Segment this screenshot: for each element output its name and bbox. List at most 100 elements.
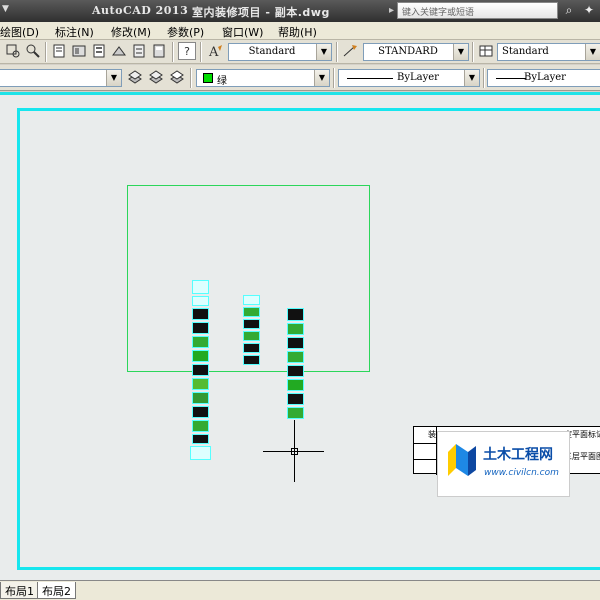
drawing-sheet — [287, 323, 304, 335]
document-title: 室内装修项目 - 副本.dwg — [192, 6, 330, 19]
quick-access-dropdown-icon[interactable]: ▼ — [2, 4, 16, 18]
chevron-down-icon[interactable]: ▼ — [314, 70, 329, 86]
linetype-value: ByLayer — [397, 72, 439, 83]
chevron-down-icon[interactable]: ▼ — [585, 44, 600, 60]
table-style-select[interactable]: Standard ▼ — [497, 43, 600, 61]
dimension-style-value: STANDARD — [378, 46, 438, 57]
toolbar-separator — [333, 68, 335, 88]
properties-toolbar: ▼ 绿 ▼ ByLayer ▼ ByLayer — [0, 65, 600, 91]
toolbar-separator — [336, 42, 338, 62]
drawing-sheet — [190, 446, 211, 460]
markup-icon[interactable] — [130, 42, 148, 60]
toolbar-separator — [483, 68, 485, 88]
dimension-style-icon[interactable] — [341, 42, 359, 60]
drawing-sheet — [192, 350, 209, 362]
binoculars-icon[interactable]: ⌕ — [562, 3, 576, 18]
tab-layout1[interactable]: 布局1 — [0, 582, 39, 599]
drawing-sheet — [287, 351, 304, 363]
chevron-down-icon[interactable]: ▼ — [106, 70, 121, 86]
table-style-icon[interactable] — [477, 42, 495, 60]
lineweight-value: ByLayer — [524, 72, 566, 83]
lineweight-sample — [496, 78, 526, 79]
menu-dimension[interactable]: 标注(N) — [55, 24, 94, 40]
drawing-sheet — [243, 319, 260, 329]
title-block-line — [414, 443, 436, 444]
app-title: AutoCAD 2013 — [92, 4, 189, 17]
watermark-url: www.civilcn.com — [484, 468, 559, 478]
sheet-set-icon[interactable] — [110, 42, 128, 60]
toolbar-separator — [172, 42, 174, 62]
toolbar-separator — [45, 42, 47, 62]
tab-layout2[interactable]: 布局2 — [37, 582, 76, 599]
logo-icon — [448, 444, 476, 476]
layout-tabs-bar: 布局1 布局2 — [0, 580, 600, 600]
drawing-sheet — [192, 392, 209, 404]
search-input[interactable]: 键入关键字或短语 — [397, 2, 558, 19]
table-style-value: Standard — [502, 46, 549, 57]
linetype-sample — [347, 78, 393, 79]
drawing-sheet — [243, 307, 260, 317]
tool-palettes-icon[interactable] — [90, 42, 108, 60]
linetype-select[interactable]: ByLayer ▼ — [338, 69, 480, 87]
styles-toolbar: ? A Standard ▼ STANDARD ▼ Standard ▼ — [0, 40, 600, 64]
menu-modify[interactable]: 修改(M) — [111, 24, 151, 40]
drawing-sheet — [192, 308, 209, 320]
chevron-right-icon[interactable]: ▸ — [389, 5, 394, 16]
layer-select[interactable]: ▼ — [0, 69, 122, 87]
help-icon[interactable]: ? — [178, 42, 196, 60]
toolbar-separator — [190, 68, 192, 88]
toolbar-separator — [200, 42, 202, 62]
drawing-sheet — [192, 322, 209, 334]
drawing-sheet — [192, 378, 209, 390]
watermark-logo: 土木工程网 www.civilcn.com — [437, 431, 570, 497]
drawing-sheet — [243, 343, 260, 353]
drawing-sheet — [243, 331, 260, 341]
drawing-sheet — [192, 406, 209, 418]
drawing-sheet — [243, 355, 260, 365]
zoom-window-icon[interactable] — [4, 42, 22, 60]
layer-states-icon[interactable] — [168, 68, 186, 86]
menu-draw[interactable]: 绘图(D) — [0, 24, 39, 40]
drawing-sheet — [287, 407, 304, 419]
drawing-sheet — [287, 337, 304, 349]
make-current-layer-icon[interactable] — [126, 68, 144, 86]
dimension-style-select[interactable]: STANDARD ▼ — [363, 43, 469, 61]
menu-bar: 绘图(D) 标注(N) 修改(M) 参数(P) 窗口(W) 帮助(H) — [0, 22, 600, 40]
text-style-value: Standard — [248, 46, 296, 57]
drawing-sheet — [243, 295, 260, 305]
menu-help[interactable]: 帮助(H) — [278, 24, 317, 40]
chevron-down-icon[interactable]: ▼ — [453, 44, 468, 60]
color-swatch — [203, 73, 213, 83]
color-select[interactable]: 绿 ▼ — [196, 69, 330, 87]
watermark-name: 土木工程网 — [483, 447, 553, 463]
subscription-icon[interactable]: ✦ — [582, 3, 596, 18]
drawing-sheet — [287, 308, 304, 321]
drawing-sheet — [192, 296, 209, 306]
drawing-sheet — [287, 379, 304, 391]
lineweight-select[interactable]: ByLayer — [487, 69, 600, 87]
zoom-previous-icon[interactable] — [24, 42, 42, 60]
layer-previous-icon[interactable] — [147, 68, 165, 86]
drawing-sheet — [287, 393, 304, 405]
drawing-sheet — [192, 280, 209, 294]
chevron-down-icon[interactable]: ▼ — [316, 44, 331, 60]
calculator-icon[interactable] — [150, 42, 168, 60]
drawing-sheet — [192, 364, 209, 376]
menu-parametric[interactable]: 参数(P) — [167, 24, 204, 40]
drawing-sheet — [192, 420, 209, 432]
properties-icon[interactable] — [50, 42, 68, 60]
color-value: 绿 — [217, 76, 227, 87]
title-block-text: 装 — [428, 430, 436, 439]
title-block-line — [414, 459, 436, 460]
chevron-down-icon[interactable]: ▼ — [464, 70, 479, 86]
design-center-icon[interactable] — [70, 42, 88, 60]
text-style-icon[interactable]: A — [206, 42, 224, 60]
title-bar: ▼ AutoCAD 2013 室内装修项目 - 副本.dwg ▸ 键入关键字或短… — [0, 0, 600, 22]
toolbar-separator — [472, 42, 474, 62]
drawing-sheet — [192, 434, 209, 444]
svg-text:A: A — [208, 45, 219, 59]
pick-box — [291, 448, 298, 455]
text-style-select[interactable]: Standard ▼ — [228, 43, 332, 61]
menu-window[interactable]: 窗口(W) — [222, 24, 263, 40]
drawing-sheet — [287, 365, 304, 377]
